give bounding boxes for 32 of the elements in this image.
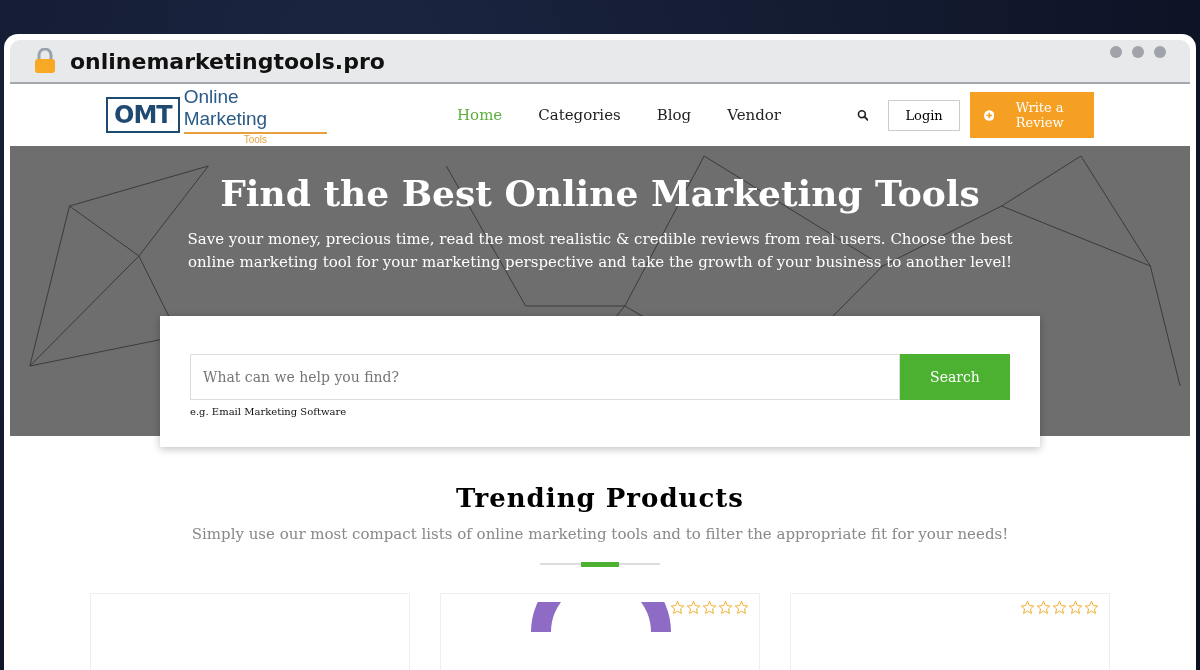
logo-tagline: Tools bbox=[183, 131, 327, 145]
star-icon bbox=[1068, 600, 1083, 615]
hero-subtitle: Save your money, precious time, read the most realistic & credible reviews from real users. Choose the best online marketing tool for your marketing perspective and take the growth of your business to another level! bbox=[186, 229, 1014, 273]
nav-link[interactable]: Blog bbox=[656, 106, 692, 124]
section-subtitle: Simply use our most compact lists of online marketing tools and to filter the appropriate fit for your needs! bbox=[190, 525, 1010, 543]
star-icon bbox=[702, 600, 717, 615]
divider-accent bbox=[581, 561, 619, 567]
search-icon[interactable] bbox=[857, 108, 869, 122]
nav-link[interactable]: Vendor bbox=[727, 106, 781, 124]
window-dot-icon bbox=[1132, 46, 1144, 58]
logo-name: Online Marketing bbox=[183, 85, 269, 130]
search-field[interactable]: What can we help you find? bbox=[190, 354, 900, 400]
product-card[interactable] bbox=[440, 593, 760, 670]
nav-link[interactable]: Categories bbox=[538, 106, 621, 124]
login-button[interactable]: Login bbox=[888, 99, 960, 131]
star-icon bbox=[734, 600, 749, 615]
logo-mark[interactable]: OMT bbox=[106, 97, 180, 133]
star-icon bbox=[1020, 600, 1035, 615]
window-dot-icon bbox=[1154, 46, 1166, 58]
plus-circle-icon bbox=[983, 108, 995, 122]
star-icon bbox=[1084, 600, 1099, 615]
hero-title: Find the Best Online Marketing Tools bbox=[220, 172, 980, 214]
star-icon bbox=[718, 600, 733, 615]
search-hint: e.g. Email Marketing Software bbox=[190, 406, 348, 417]
url-text[interactable]: onlinemarketingtools.pro bbox=[70, 48, 385, 74]
star-icon bbox=[1036, 600, 1051, 615]
star-icon bbox=[1052, 600, 1067, 615]
section-title: Trending Products bbox=[455, 483, 745, 513]
star-icon bbox=[686, 600, 701, 615]
star-icon bbox=[670, 600, 685, 615]
window-dot-icon bbox=[1110, 46, 1122, 58]
lock-icon bbox=[34, 48, 56, 74]
